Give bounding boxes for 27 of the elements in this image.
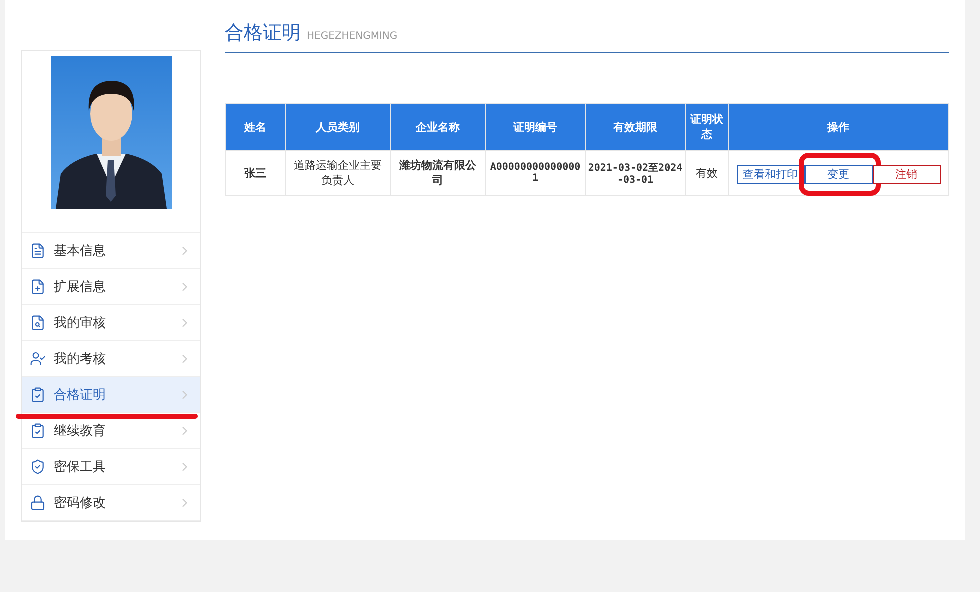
- sidebar-item[interactable]: 合格证明: [22, 377, 200, 413]
- table-cell: 潍坊物流有限公司: [390, 150, 486, 196]
- action-button[interactable]: 查看和打印: [736, 164, 804, 184]
- action-button[interactable]: 注销: [872, 164, 940, 184]
- shield-icon: [30, 458, 46, 474]
- column-header: 操作: [728, 104, 948, 150]
- clipboard-check-icon: [30, 386, 46, 402]
- table-cell: 道路运输企业主要负责人: [286, 150, 390, 196]
- user-check-icon: [30, 350, 46, 366]
- table-cell: 有效: [686, 150, 728, 196]
- document-icon: [30, 242, 46, 258]
- column-header: 有效期限: [586, 104, 686, 150]
- lock-icon: [30, 494, 46, 510]
- clipboard-check-icon: [30, 422, 46, 438]
- document-search-icon: [30, 314, 46, 330]
- table-cell: 张三: [226, 150, 286, 196]
- column-header: 企业名称: [390, 104, 486, 150]
- page-subtitle: HEGEZHENGMING: [307, 31, 398, 42]
- page-title: 合格证明: [225, 21, 301, 46]
- table-cell: A000000000000001: [486, 150, 586, 196]
- action-button[interactable]: 变更: [804, 164, 872, 184]
- column-header: 证明状态: [686, 104, 728, 150]
- column-header: 人员类别: [286, 104, 390, 150]
- document-plus-icon: [30, 278, 46, 294]
- table-cell: 2021-03-02至2024-03-01: [586, 150, 686, 196]
- column-header: 姓名: [226, 104, 286, 150]
- column-header: 证明编号: [486, 104, 586, 150]
